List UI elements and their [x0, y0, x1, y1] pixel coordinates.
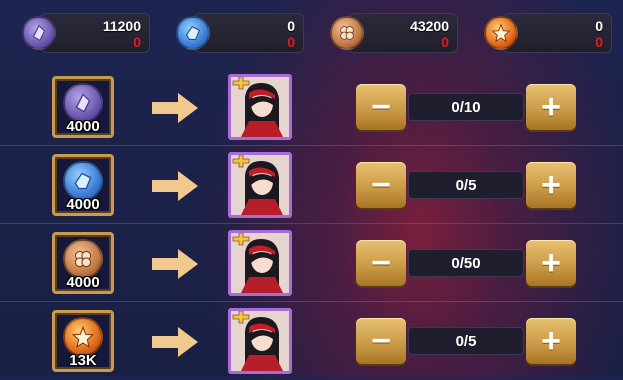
- exchange-count: 0/50: [408, 249, 524, 277]
- currency-amount: 0: [595, 18, 603, 34]
- hero-portrait-icon: [231, 155, 289, 215]
- exchange-count: 0/5: [408, 171, 524, 199]
- decrease-button[interactable]: −: [356, 318, 406, 364]
- token-cost: 13K: [69, 352, 97, 369]
- hero-portrait-icon: [231, 311, 289, 371]
- currency-box: 0 0: [194, 13, 304, 53]
- currency-bar: 11200 0 0 0 43200 0 0 0: [0, 0, 623, 66]
- exchange-row: 4000 − 0/50 +: [0, 226, 623, 302]
- crystal-icon: [63, 83, 103, 123]
- token-cost-slot: 13K: [52, 310, 114, 372]
- increase-button[interactable]: +: [526, 318, 576, 364]
- token-cost: 4000: [66, 274, 100, 291]
- token-cost: 4000: [66, 196, 100, 213]
- row-divider: [0, 223, 623, 224]
- row-divider: [0, 145, 623, 146]
- currency-used: 0: [133, 34, 141, 50]
- clover-icon: [330, 16, 364, 50]
- currency-box: 11200 0: [40, 13, 150, 53]
- hero-portrait-icon: [231, 233, 289, 293]
- currency-used: 0: [595, 34, 603, 50]
- exchange-count: 0/10: [408, 93, 524, 121]
- currency-amount: 0: [287, 18, 295, 34]
- hero-portrait-icon: [231, 77, 289, 137]
- star-icon: [63, 317, 103, 357]
- hero-shard-portrait[interactable]: [228, 230, 292, 296]
- increase-button[interactable]: +: [526, 240, 576, 286]
- exchange-row: 4000 − 0/10 +: [0, 70, 623, 146]
- decrease-button[interactable]: −: [356, 240, 406, 286]
- token-cost-slot: 4000: [52, 154, 114, 216]
- token-cost-slot: 4000: [52, 232, 114, 294]
- currency-amount: 11200: [102, 18, 141, 34]
- exchange-row: 13K − 0/5 +: [0, 304, 623, 380]
- hero-shard-portrait[interactable]: [228, 308, 292, 374]
- arrow-right-icon: [152, 93, 198, 123]
- currency-used: 0: [441, 34, 449, 50]
- token-cost: 4000: [66, 118, 100, 135]
- row-divider: [0, 301, 623, 302]
- crystal-icon: [176, 16, 210, 50]
- arrow-right-icon: [152, 327, 198, 357]
- currency-orange: 0 0: [484, 11, 614, 55]
- crystal-icon: [22, 16, 56, 50]
- currency-box: 43200 0: [348, 13, 458, 53]
- currency-amount: 43200: [410, 18, 449, 34]
- exchange-count: 0/5: [408, 327, 524, 355]
- currency-bronze: 43200 0: [330, 11, 460, 55]
- clover-icon: [63, 239, 103, 279]
- decrease-button[interactable]: −: [356, 84, 406, 130]
- token-cost-slot: 4000: [52, 76, 114, 138]
- currency-box: 0 0: [502, 13, 612, 53]
- currency-blue: 0 0: [176, 11, 306, 55]
- star-icon: [484, 16, 518, 50]
- arrow-right-icon: [152, 249, 198, 279]
- exchange-row: 4000 − 0/5 +: [0, 148, 623, 224]
- currency-used: 0: [287, 34, 295, 50]
- currency-purple: 11200 0: [22, 11, 152, 55]
- crystal-icon: [63, 161, 103, 201]
- arrow-right-icon: [152, 171, 198, 201]
- increase-button[interactable]: +: [526, 84, 576, 130]
- increase-button[interactable]: +: [526, 162, 576, 208]
- hero-shard-portrait[interactable]: [228, 74, 292, 140]
- hero-shard-portrait[interactable]: [228, 152, 292, 218]
- decrease-button[interactable]: −: [356, 162, 406, 208]
